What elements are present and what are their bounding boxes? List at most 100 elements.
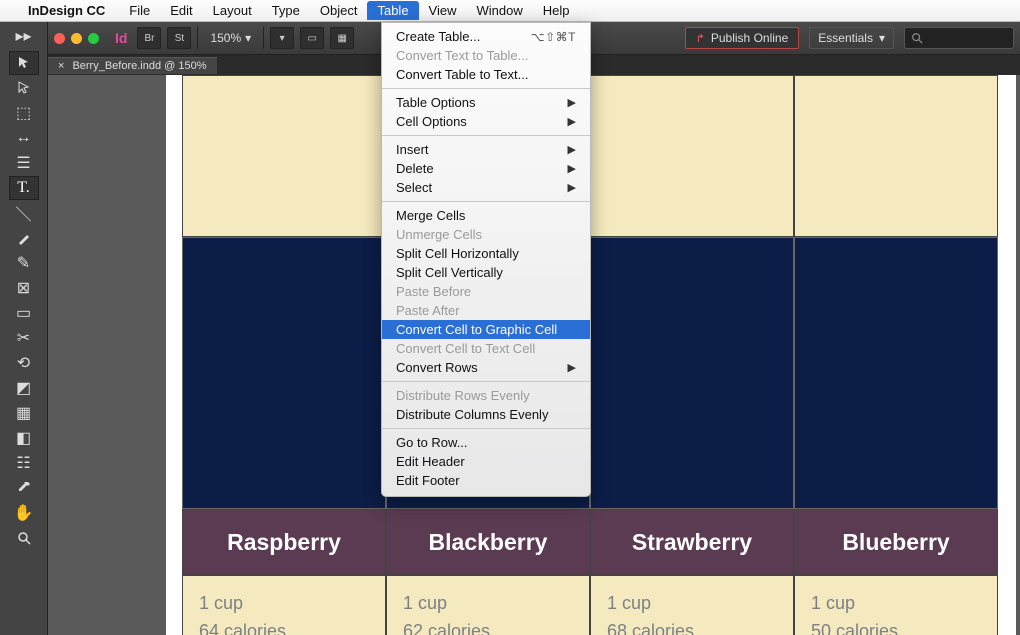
- menu-item-label: Table Options: [396, 95, 476, 110]
- transform-tool-icon[interactable]: ◩: [9, 376, 39, 400]
- menu-distribute-columns[interactable]: Distribute Columns Evenly: [382, 405, 590, 424]
- mac-menubar: InDesign CC File Edit Layout Type Object…: [0, 0, 1020, 22]
- menu-edit-header[interactable]: Edit Header: [382, 452, 590, 471]
- zoom-tool-icon[interactable]: [9, 526, 39, 550]
- free-transform-tool-icon[interactable]: ⟲: [9, 351, 39, 375]
- berry-name-cell[interactable]: Raspberry: [182, 509, 386, 575]
- indesign-logo-icon: Id: [111, 30, 131, 46]
- close-window-icon[interactable]: [54, 33, 65, 44]
- menu-shortcut: ⌥⇧⌘T: [531, 30, 576, 44]
- calories: 62 calories: [403, 618, 573, 635]
- menu-edit[interactable]: Edit: [160, 1, 202, 20]
- nutrition-cell[interactable]: 1 cup 64 calories: [182, 575, 386, 635]
- menu-split-vertical[interactable]: Split Cell Vertically: [382, 263, 590, 282]
- scissors-tool-icon[interactable]: ✂: [9, 326, 39, 350]
- berry-name-cell[interactable]: Blueberry: [794, 509, 998, 575]
- direct-selection-tool-icon[interactable]: [9, 76, 39, 100]
- menu-separator: [382, 428, 590, 429]
- menu-table-options[interactable]: Table Options▶: [382, 93, 590, 112]
- eyedropper-tool-icon[interactable]: [9, 476, 39, 500]
- menu-distribute-rows: Distribute Rows Evenly: [382, 386, 590, 405]
- note-tool-icon[interactable]: ☷: [9, 451, 39, 475]
- type-tool-icon[interactable]: T.: [9, 176, 39, 200]
- menu-create-table[interactable]: Create Table... ⌥⇧⌘T: [382, 27, 590, 46]
- menu-edit-footer[interactable]: Edit Footer: [382, 471, 590, 490]
- view-options-button[interactable]: ▾: [270, 27, 294, 49]
- document-tab[interactable]: × Berry_Before.indd @ 150%: [48, 57, 217, 74]
- menu-file[interactable]: File: [119, 1, 160, 20]
- screen-mode-button[interactable]: ▭: [300, 27, 324, 49]
- rectangle-frame-tool-icon[interactable]: ⊠: [9, 276, 39, 300]
- table-row: 1 cup 64 calories 1 cup 62 calories 1 cu…: [182, 575, 998, 635]
- table-cell[interactable]: [794, 237, 998, 509]
- table-cell[interactable]: [794, 75, 998, 237]
- calories: 64 calories: [199, 618, 369, 635]
- menu-separator: [382, 381, 590, 382]
- menu-delete[interactable]: Delete▶: [382, 159, 590, 178]
- menu-view[interactable]: View: [419, 1, 467, 20]
- menu-separator: [382, 135, 590, 136]
- arrange-icon[interactable]: ▸▸: [9, 24, 39, 48]
- menu-convert-table-to-text[interactable]: Convert Table to Text...: [382, 65, 590, 84]
- gradient-swatch-tool-icon[interactable]: ▦: [9, 401, 39, 425]
- menu-merge-cells[interactable]: Merge Cells: [382, 206, 590, 225]
- menu-convert-to-graphic-cell[interactable]: Convert Cell to Graphic Cell: [382, 320, 590, 339]
- menu-object[interactable]: Object: [310, 1, 368, 20]
- menu-convert-text-to-table: Convert Text to Table...: [382, 46, 590, 65]
- rectangle-tool-icon[interactable]: ▭: [9, 301, 39, 325]
- bridge-button[interactable]: Br: [137, 27, 161, 49]
- calories: 50 calories: [811, 618, 981, 635]
- nutrition-cell[interactable]: 1 cup 68 calories: [590, 575, 794, 635]
- hand-tool-icon[interactable]: ✋: [9, 501, 39, 525]
- submenu-arrow-icon: ▶: [568, 143, 576, 156]
- chevron-down-icon: ▾: [879, 31, 885, 45]
- pen-tool-icon[interactable]: [9, 226, 39, 250]
- table-cell[interactable]: [182, 75, 386, 237]
- table-cell[interactable]: [182, 237, 386, 509]
- workspace-label: Essentials: [818, 31, 873, 45]
- menu-insert[interactable]: Insert ▶: [382, 140, 590, 159]
- maximize-window-icon[interactable]: [88, 33, 99, 44]
- minimize-window-icon[interactable]: [71, 33, 82, 44]
- nutrition-cell[interactable]: 1 cup 50 calories: [794, 575, 998, 635]
- table-cell[interactable]: [590, 75, 794, 237]
- menu-cell-options[interactable]: Cell Options▶: [382, 112, 590, 131]
- chevron-down-icon: ▾: [245, 31, 251, 45]
- berry-name-cell[interactable]: Blackberry: [386, 509, 590, 575]
- arrange-docs-button[interactable]: ▦: [330, 27, 354, 49]
- menu-convert-rows[interactable]: Convert Rows▶: [382, 358, 590, 377]
- pencil-tool-icon[interactable]: ✎: [9, 251, 39, 275]
- menu-go-to-row[interactable]: Go to Row...: [382, 433, 590, 452]
- menu-select[interactable]: Select▶: [382, 178, 590, 197]
- menu-unmerge-cells: Unmerge Cells: [382, 225, 590, 244]
- gap-tool-icon[interactable]: ↔: [9, 126, 39, 150]
- page-tool-icon[interactable]: ⬚: [9, 101, 39, 125]
- menu-layout[interactable]: Layout: [203, 1, 262, 20]
- document-tab-title: Berry_Before.indd @ 150%: [72, 60, 206, 72]
- selection-tool-icon[interactable]: [9, 51, 39, 75]
- zoom-level[interactable]: 150%▾: [204, 31, 257, 45]
- stock-button[interactable]: St: [167, 27, 191, 49]
- menu-split-horizontal[interactable]: Split Cell Horizontally: [382, 244, 590, 263]
- search-input[interactable]: [904, 27, 1014, 49]
- line-tool-icon[interactable]: ＼: [9, 201, 39, 225]
- menu-table[interactable]: Table: [367, 1, 418, 20]
- close-tab-icon[interactable]: ×: [58, 60, 64, 72]
- nutrition-cell[interactable]: 1 cup 62 calories: [386, 575, 590, 635]
- content-collector-icon[interactable]: ☰: [9, 151, 39, 175]
- calories: 68 calories: [607, 618, 777, 635]
- menu-type[interactable]: Type: [262, 1, 310, 20]
- publish-online-button[interactable]: ↱ Publish Online: [685, 27, 800, 49]
- menu-help[interactable]: Help: [533, 1, 580, 20]
- upload-icon: ↱: [696, 32, 705, 45]
- app-name: InDesign CC: [28, 3, 105, 18]
- gradient-feather-tool-icon[interactable]: ◧: [9, 426, 39, 450]
- table-cell[interactable]: [590, 237, 794, 509]
- workspace-switcher[interactable]: Essentials ▾: [809, 27, 894, 49]
- menu-item-label: Insert: [396, 142, 429, 157]
- menu-paste-before: Paste Before: [382, 282, 590, 301]
- berry-name-cell[interactable]: Strawberry: [590, 509, 794, 575]
- menu-separator: [382, 201, 590, 202]
- menu-window[interactable]: Window: [467, 1, 533, 20]
- serving-size: 1 cup: [199, 590, 369, 618]
